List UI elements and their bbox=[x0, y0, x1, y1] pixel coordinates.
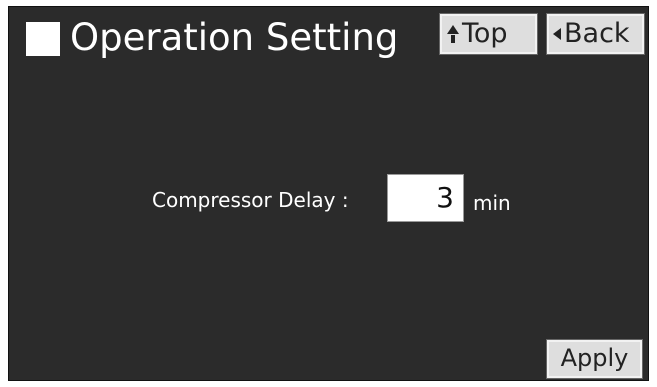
top-button[interactable]: Top bbox=[439, 13, 538, 55]
top-button-label: Top bbox=[462, 18, 508, 49]
back-button-label: Back bbox=[564, 18, 630, 49]
arrow-left-icon bbox=[553, 28, 561, 40]
square-icon bbox=[26, 22, 60, 56]
arrow-up-icon bbox=[446, 24, 460, 43]
back-button[interactable]: Back bbox=[546, 13, 645, 55]
compressor-delay-label: Compressor Delay : bbox=[152, 188, 349, 212]
screen-panel: Operation Setting Top Back Compressor De… bbox=[8, 6, 649, 381]
page-title: Operation Setting bbox=[70, 16, 399, 59]
compressor-delay-input[interactable]: 3 bbox=[387, 174, 464, 222]
unit-label: min bbox=[473, 191, 511, 215]
apply-button[interactable]: Apply bbox=[546, 339, 643, 379]
